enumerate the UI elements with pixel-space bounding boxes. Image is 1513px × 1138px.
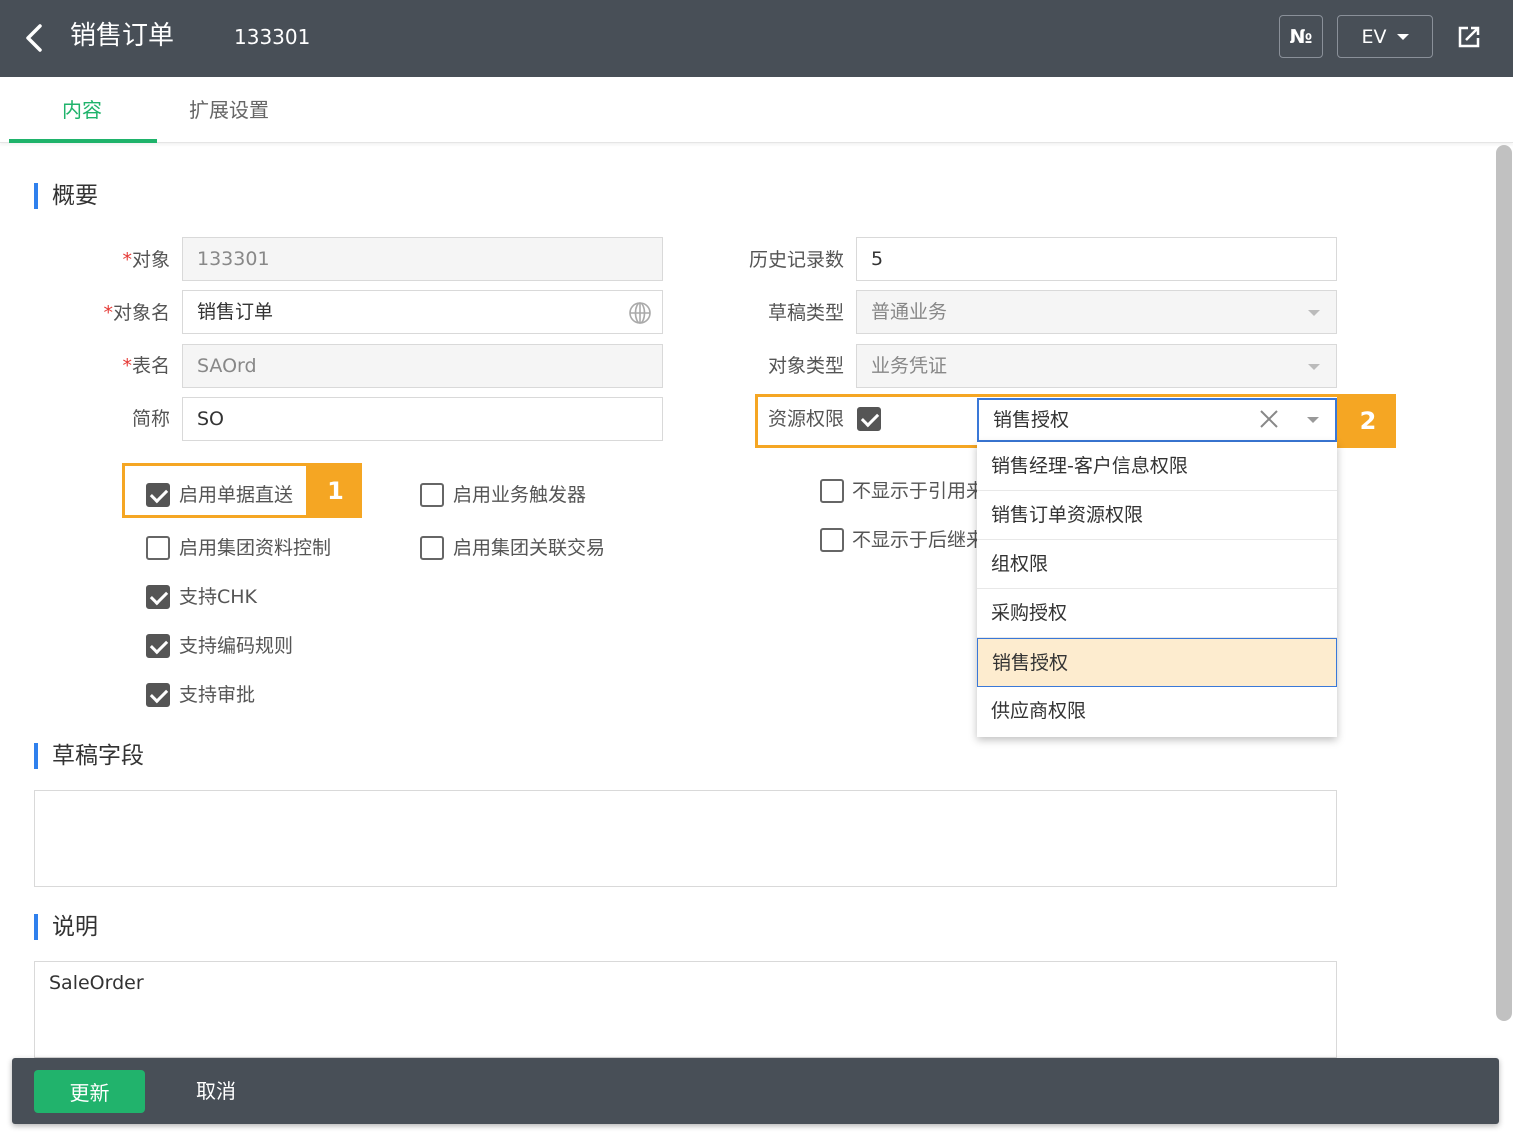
support-chk-label: 支持CHK xyxy=(179,586,258,608)
update-button[interactable]: 更新 xyxy=(34,1070,145,1113)
page-title: 销售订单 xyxy=(70,21,175,51)
draft-type-label: 草稿类型 xyxy=(767,302,844,324)
support-approval-checkbox[interactable] xyxy=(146,683,170,707)
tab-extended-settings[interactable]: 扩展设置 xyxy=(189,97,269,123)
annotation-box-2 xyxy=(755,394,1340,448)
number-button[interactable]: № xyxy=(1279,15,1323,58)
tab-bar: 内容 扩展设置 xyxy=(0,77,1513,143)
object-type-value: 业务凭证 xyxy=(871,355,948,377)
dropdown-option[interactable]: 组权限 xyxy=(977,540,1337,589)
history-count-field[interactable]: 5 xyxy=(856,237,1337,281)
annotation-badge-1: 1 xyxy=(309,463,362,518)
support-chk-checkbox[interactable] xyxy=(146,585,170,609)
ev-dropdown-button[interactable]: EV xyxy=(1337,15,1433,58)
object-type-select[interactable]: 业务凭证 xyxy=(856,344,1337,388)
annotation-box-1 xyxy=(122,463,309,518)
draft-type-value: 普通业务 xyxy=(871,301,948,323)
object-name-label: *对象名 xyxy=(103,302,170,324)
hide-in-follow-checkbox[interactable] xyxy=(820,528,844,552)
scrollbar-thumb[interactable] xyxy=(1496,145,1512,1021)
short-name-field[interactable]: SO xyxy=(182,397,663,441)
globe-icon[interactable] xyxy=(628,301,652,325)
enable-business-trigger-label: 启用业务触发器 xyxy=(453,484,587,506)
caret-down-icon xyxy=(1308,310,1320,316)
bottom-action-bar: 更新 取消 xyxy=(12,1058,1499,1124)
object-name-value: 销售订单 xyxy=(197,301,274,323)
dropdown-option[interactable]: 采购授权 xyxy=(977,589,1337,638)
hide-in-reference-checkbox[interactable] xyxy=(820,479,844,503)
tab-content[interactable]: 内容 xyxy=(62,97,102,123)
support-code-rule-checkbox[interactable] xyxy=(146,634,170,658)
object-field[interactable]: 133301 xyxy=(182,237,663,281)
support-approval-label: 支持审批 xyxy=(179,684,256,706)
cancel-button[interactable]: 取消 xyxy=(196,1078,236,1104)
ev-label: EV xyxy=(1361,25,1387,48)
object-label: *对象 xyxy=(122,249,170,271)
enable-group-related-trade-checkbox[interactable] xyxy=(420,536,444,560)
short-name-label: 简称 xyxy=(131,408,170,430)
history-count-label: 历史记录数 xyxy=(748,249,844,271)
table-name-label: *表名 xyxy=(122,355,170,377)
hide-in-reference-label: 不显示于引用来 xyxy=(852,480,986,502)
resource-permission-dropdown: 销售经理-客户信息权限 销售订单资源权限 组权限 采购授权 销售授权 供应商权限 xyxy=(977,442,1337,737)
dropdown-option-selected[interactable]: 销售授权 xyxy=(977,638,1337,687)
export-icon[interactable] xyxy=(1454,22,1484,52)
dropdown-option[interactable]: 销售订单资源权限 xyxy=(977,491,1337,540)
table-name-field[interactable]: SAOrd xyxy=(182,344,663,388)
enable-group-data-control-checkbox[interactable] xyxy=(146,536,170,560)
chevron-left-icon[interactable] xyxy=(20,20,50,56)
active-tab-indicator xyxy=(9,139,157,143)
enable-business-trigger-checkbox[interactable] xyxy=(420,483,444,507)
hide-in-follow-label: 不显示于后继来 xyxy=(852,529,986,551)
description-textarea[interactable]: SaleOrder xyxy=(34,961,1337,1058)
object-type-label: 对象类型 xyxy=(767,355,844,377)
draft-type-select[interactable]: 普通业务 xyxy=(856,290,1337,334)
section-description: 说明 xyxy=(34,912,98,942)
support-code-rule-label: 支持编码规则 xyxy=(179,635,294,657)
object-code: 133301 xyxy=(234,25,311,49)
enable-group-data-control-label: 启用集团资料控制 xyxy=(179,537,332,559)
draft-fields-textarea[interactable] xyxy=(34,790,1337,887)
section-draft-fields: 草稿字段 xyxy=(34,741,144,771)
top-bar: 销售订单 133301 № EV xyxy=(0,0,1513,77)
enable-group-related-trade-label: 启用集团关联交易 xyxy=(453,537,606,559)
dropdown-option[interactable]: 供应商权限 xyxy=(977,687,1337,736)
dropdown-option[interactable]: 销售经理-客户信息权限 xyxy=(977,442,1337,491)
annotation-badge-2: 2 xyxy=(1340,394,1396,448)
section-overview: 概要 xyxy=(34,181,98,211)
caret-down-icon xyxy=(1396,33,1409,40)
caret-down-icon xyxy=(1308,364,1320,370)
object-name-field[interactable]: 销售订单 xyxy=(182,290,663,334)
